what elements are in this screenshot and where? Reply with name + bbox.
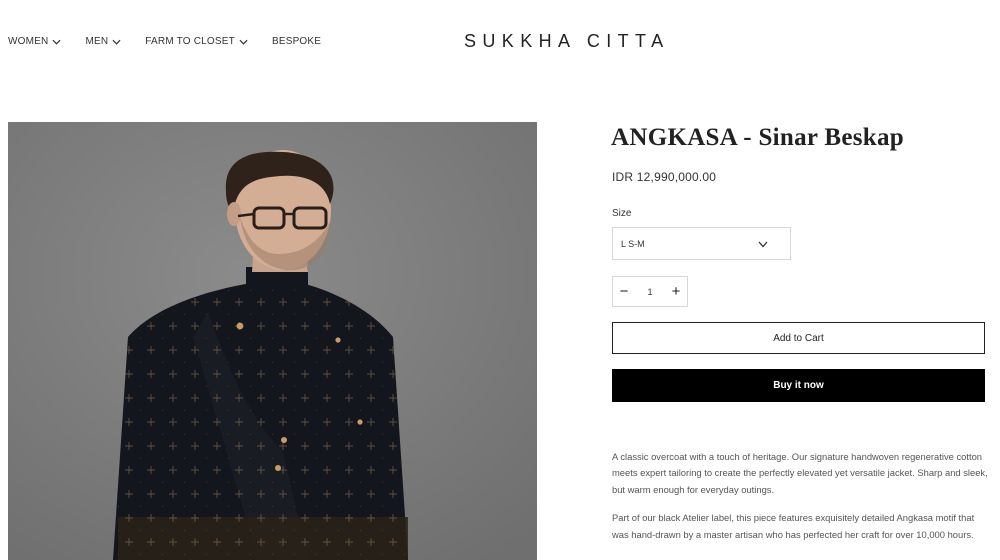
description-paragraph: Part of our black Atelier label, this pi…	[612, 512, 975, 540]
chevron-down-icon	[239, 39, 248, 45]
nav-item-label: BESPOKE	[271, 36, 322, 47]
main-nav: WOMEN MEN FARM TO CLOSET BESPOKE	[8, 36, 345, 47]
nav-item-label: FARM TO CLOSET	[145, 36, 235, 47]
size-select[interactable]: L S-M	[612, 227, 791, 260]
nav-item-label: MEN	[85, 36, 109, 47]
product-image[interactable]	[8, 122, 537, 560]
nav-item-men[interactable]: MEN	[85, 36, 121, 47]
nav-item-bespoke[interactable]: BESPOKE	[272, 36, 321, 47]
add-to-cart-button[interactable]: Add to Cart	[612, 322, 985, 354]
size-label: Size	[612, 208, 632, 219]
nav-item-label: WOMEN	[8, 36, 49, 47]
chevron-down-icon	[112, 39, 121, 45]
size-selected-value: L S-M	[621, 238, 645, 249]
site-header: WOMEN MEN FARM TO CLOSET BESPOKE SUKKHA …	[0, 0, 1000, 84]
quantity-value[interactable]: 1	[635, 287, 665, 297]
chevron-down-icon	[758, 241, 768, 248]
nav-item-farm-to-closet[interactable]: FARM TO CLOSET	[145, 36, 248, 47]
chevron-down-icon	[52, 39, 61, 45]
buy-now-button[interactable]: Buy it now	[612, 369, 985, 402]
plus-icon[interactable]: +	[665, 277, 687, 306]
description-paragraph: A classic overcoat with a touch of herit…	[612, 451, 988, 495]
minus-icon[interactable]: −	[613, 277, 635, 306]
nav-item-women[interactable]: WOMEN	[8, 36, 61, 47]
product-title: ANGKASA - Sinar Beskap	[611, 124, 905, 151]
product-description: A classic overcoat with a touch of herit…	[612, 449, 988, 555]
product-photo	[8, 122, 537, 560]
brand-logo[interactable]: SUKKHA CITTA	[464, 31, 670, 52]
quantity-stepper[interactable]: − 1 +	[612, 276, 688, 307]
product-price: IDR 12,990,000.00	[612, 170, 717, 184]
